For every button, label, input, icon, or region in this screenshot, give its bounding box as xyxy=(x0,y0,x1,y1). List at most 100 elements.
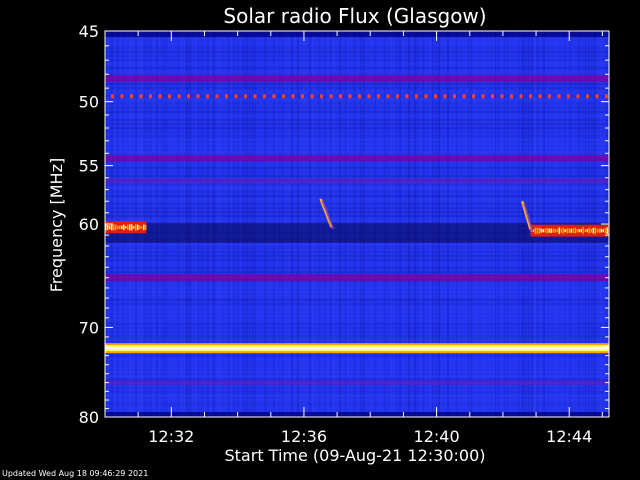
texture-row xyxy=(105,219,609,221)
texture-row xyxy=(105,271,609,273)
texture-row xyxy=(105,127,609,129)
burst-streak xyxy=(598,228,601,233)
texture-row xyxy=(105,267,609,269)
burst-streak xyxy=(602,229,605,233)
texture-row xyxy=(105,251,609,253)
burst-streak xyxy=(588,227,591,234)
y-tick-label: 70 xyxy=(79,318,99,337)
burst-streak xyxy=(139,225,141,230)
texture-row xyxy=(105,315,609,317)
burst-streak xyxy=(584,229,587,232)
band-dot xyxy=(196,94,200,99)
burst-streak xyxy=(107,224,109,230)
texture-row xyxy=(105,139,609,141)
texture-row xyxy=(105,291,609,293)
band xyxy=(105,274,609,282)
bottom-edge-band xyxy=(105,412,609,417)
texture-row xyxy=(105,207,609,209)
texture-row xyxy=(105,131,609,133)
texture-row xyxy=(105,123,609,125)
texture-row xyxy=(105,63,609,65)
texture-row xyxy=(105,243,609,245)
band-dot xyxy=(130,94,133,99)
burst-streak xyxy=(556,229,559,233)
texture-row xyxy=(105,55,609,57)
band-dot xyxy=(367,94,371,99)
burst-streak xyxy=(564,229,567,233)
band-dot xyxy=(348,94,352,99)
band-dot xyxy=(605,94,608,99)
burst-streak xyxy=(133,226,135,229)
band-dot xyxy=(329,94,333,99)
texture-row xyxy=(105,323,609,325)
texture-row xyxy=(105,407,609,409)
x-tick-label: 12:44 xyxy=(546,427,592,446)
texture-row xyxy=(105,111,609,113)
band-dot xyxy=(282,94,285,99)
top-edge-band xyxy=(105,31,609,37)
burst-streak xyxy=(135,224,137,231)
burst-streak xyxy=(600,228,603,233)
y-tick-label: 50 xyxy=(79,93,99,112)
texture-row xyxy=(105,359,609,361)
texture-row xyxy=(105,95,609,97)
spectrogram-figure: Solar radio Flux (Glasgow) 45 50 55 60 70 80 1… xyxy=(47,4,610,465)
texture-row xyxy=(105,143,609,145)
band-dot xyxy=(358,94,361,99)
burst-streak xyxy=(572,228,575,234)
band xyxy=(105,380,609,385)
band-dot xyxy=(320,94,323,99)
y-tick-label: 45 xyxy=(79,22,99,41)
band-dot xyxy=(567,94,570,99)
x-tick-label: 12:36 xyxy=(281,427,327,446)
band-dot xyxy=(301,94,304,99)
burst-streak xyxy=(534,227,537,234)
band-dot xyxy=(377,94,380,99)
band-dot xyxy=(225,94,228,99)
y-tick-label: 80 xyxy=(79,408,99,427)
band-dot xyxy=(557,94,561,99)
band-dot xyxy=(386,94,390,99)
band-dot xyxy=(415,94,418,99)
burst-streak xyxy=(111,224,113,231)
texture-row xyxy=(105,387,609,389)
burst-streak xyxy=(536,227,539,234)
burst-streak xyxy=(562,227,565,234)
strong-band-core xyxy=(105,347,609,350)
texture-row xyxy=(105,199,609,201)
y-tick-label: 55 xyxy=(79,157,99,176)
texture-row xyxy=(105,107,609,109)
texture-row xyxy=(105,363,609,365)
texture-row xyxy=(105,295,609,297)
texture-row xyxy=(105,163,609,165)
burst-streak xyxy=(129,224,131,231)
burst-streak xyxy=(552,228,555,233)
burst-streak xyxy=(113,224,115,231)
texture-row xyxy=(105,303,609,305)
burst-streak xyxy=(131,224,133,231)
burst-streak xyxy=(574,227,577,234)
texture-row xyxy=(105,263,609,265)
burst-streak xyxy=(542,229,545,233)
band-dot xyxy=(111,94,114,99)
band-dot xyxy=(529,94,532,99)
texture-row xyxy=(105,375,609,377)
texture-row xyxy=(105,171,609,173)
texture-row xyxy=(105,319,609,321)
band xyxy=(105,75,609,82)
texture-row xyxy=(105,283,609,285)
band-dot xyxy=(595,94,599,99)
texture-row xyxy=(105,327,609,329)
texture-row xyxy=(105,355,609,357)
burst-streak xyxy=(550,228,553,233)
burst-streak xyxy=(558,227,561,234)
burst-streak xyxy=(145,224,147,230)
texture-row xyxy=(105,83,609,85)
band-dot xyxy=(396,94,399,99)
texture-row xyxy=(105,59,609,61)
band-dot xyxy=(215,94,219,99)
band-dot xyxy=(120,94,124,99)
texture-row xyxy=(105,119,609,121)
burst-streak xyxy=(141,226,143,229)
band-dot xyxy=(158,94,162,99)
